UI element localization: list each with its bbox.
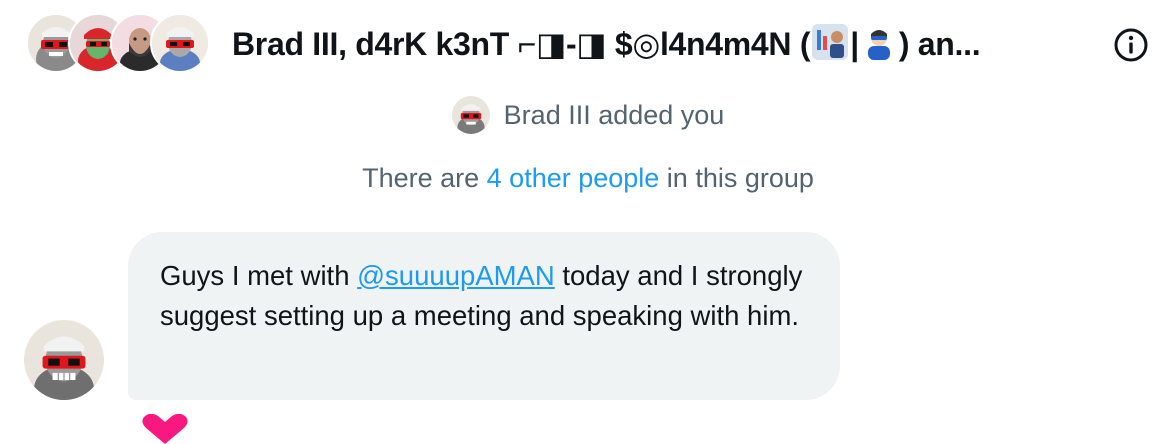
conversation-title[interactable]: Brad III, d4rK k3nT ⌐◨-◨ $◎l4n4m4N ( | ) a… bbox=[232, 22, 1062, 66]
mention-link[interactable]: @suuuupAMAN bbox=[357, 260, 555, 291]
title-text: Brad III, d4rK k3nT ⌐◨-◨ $◎l4n4m4N ( bbox=[232, 26, 811, 62]
sender-avatar[interactable] bbox=[24, 320, 104, 400]
others-suffix: in this group bbox=[659, 163, 814, 193]
others-prefix: There are bbox=[362, 163, 487, 193]
added-text: Brad III added you bbox=[503, 99, 725, 130]
punk-avatar-icon bbox=[24, 320, 104, 400]
avatar[interactable] bbox=[150, 13, 210, 73]
adder-avatar[interactable] bbox=[451, 96, 490, 134]
punk-avatar-icon bbox=[152, 15, 208, 71]
heart-icon[interactable] bbox=[140, 414, 190, 444]
message-bubble[interactable]: Guys I met with @suuuupAMAN today and I … bbox=[128, 232, 840, 400]
group-members-notice: There are 4 other people in this group bbox=[0, 160, 1176, 196]
title-text-end: ) an... bbox=[898, 26, 981, 62]
punk-avatar-icon bbox=[451, 96, 490, 134]
man-office-worker-icon bbox=[812, 24, 849, 60]
info-circle-icon[interactable] bbox=[1113, 27, 1149, 63]
superhero-icon bbox=[860, 24, 897, 60]
message-text-start: Guys I met with bbox=[160, 260, 358, 291]
title-separator: | bbox=[850, 26, 859, 62]
added-notice: Brad III added you bbox=[0, 96, 1176, 134]
conversation-header: Brad III, d4rK k3nT ⌐◨-◨ $◎l4n4m4N ( | ) a… bbox=[0, 0, 1176, 88]
other-people-link[interactable]: 4 other people bbox=[487, 163, 660, 193]
group-avatars[interactable] bbox=[26, 13, 210, 75]
